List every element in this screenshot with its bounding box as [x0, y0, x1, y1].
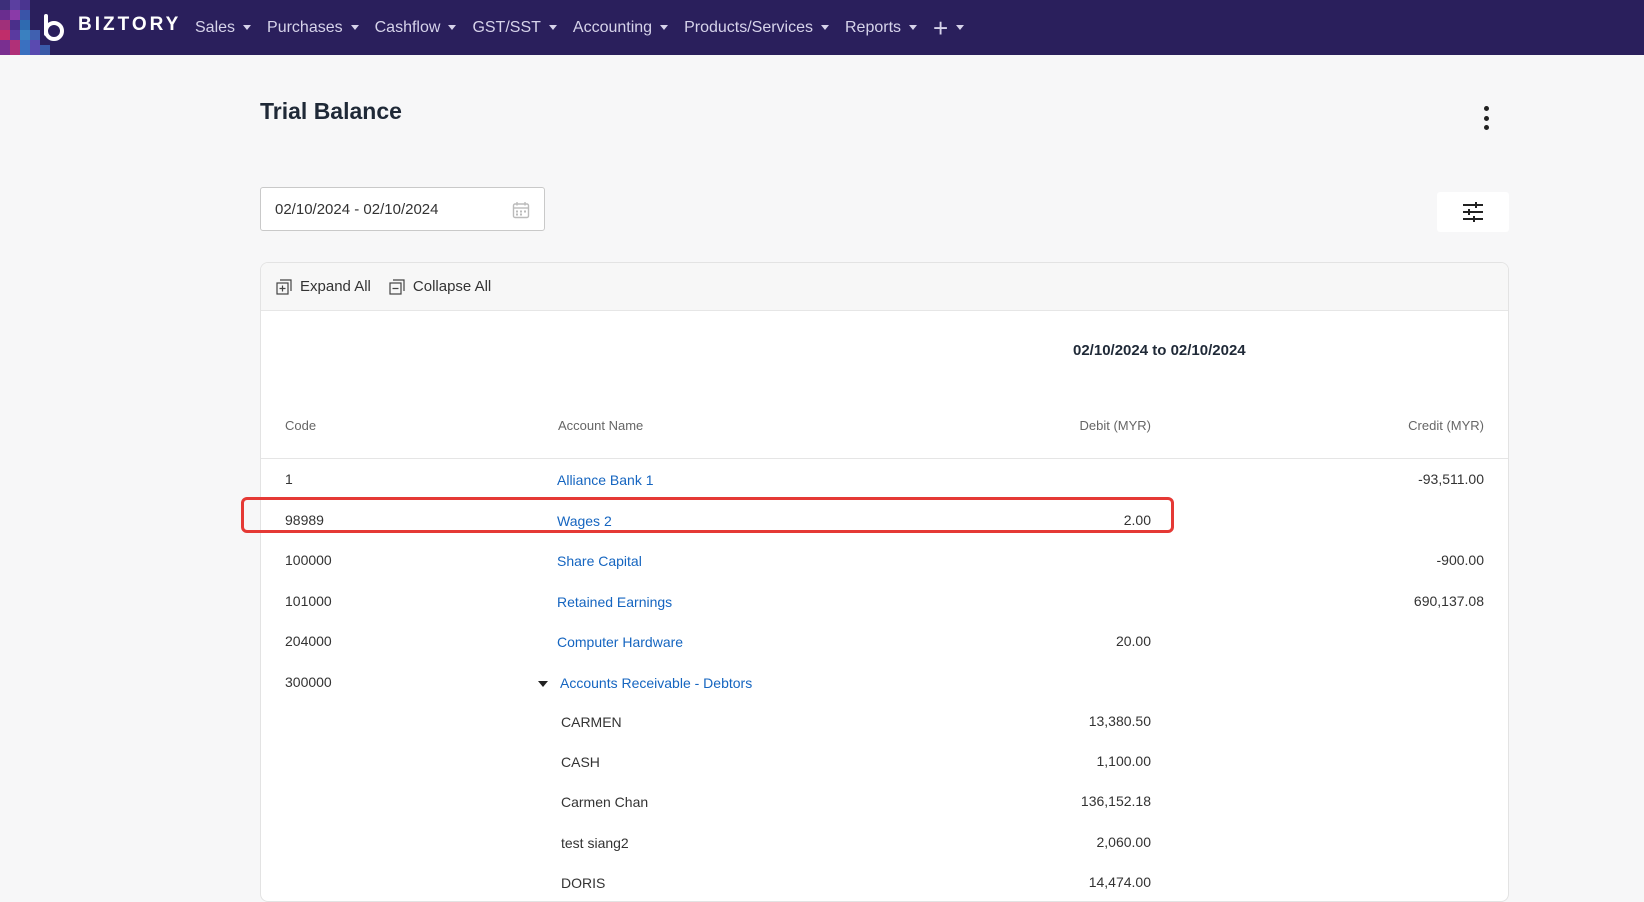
expand-all-button[interactable]: Expand All [276, 278, 371, 295]
account-link[interactable]: Alliance Bank 1 [557, 472, 654, 488]
column-header-credit: Credit (MYR) [1408, 418, 1484, 433]
sub-row: CASH 1,100.00 [261, 741, 1508, 781]
row-code: 1 [285, 471, 293, 487]
debtor-name: test siang2 [561, 835, 629, 851]
nav-gst-sst[interactable]: GST/SST [472, 18, 557, 37]
report-period: 02/10/2024 to 02/10/2024 [1073, 342, 1246, 359]
trial-balance-card: Expand All Collapse All 02/10/2024 to 02… [260, 262, 1509, 902]
expand-icon [276, 278, 292, 295]
top-navbar: BIZTORY Sales Purchases Cashflow GST/SST… [0, 0, 1644, 55]
account-link[interactable]: Retained Earnings [557, 594, 672, 610]
collapse-all-label: Collapse All [412, 278, 492, 295]
table-row: 1 Alliance Bank 1 -93,511.00 [261, 459, 1508, 499]
report-toolbar: Expand All Collapse All [261, 263, 1508, 311]
row-debit: 14,474.00 [1088, 874, 1151, 890]
row-debit: 1,100.00 [1096, 753, 1152, 769]
brand-logo[interactable]: BIZTORY [0, 0, 195, 55]
debtor-name: CARMEN [561, 714, 622, 730]
sub-row: Carmen Chan 136,152.18 [261, 781, 1508, 821]
chevron-down-icon [660, 25, 669, 30]
chevron-down-icon [448, 25, 457, 30]
page-title: Trial Balance [260, 98, 402, 124]
expand-all-label: Expand All [300, 278, 371, 295]
column-header-account-name: Account Name [558, 418, 644, 433]
row-debit: 136,152.18 [1080, 793, 1151, 809]
row-credit: -900.00 [1436, 552, 1484, 568]
row-code: 204000 [285, 633, 332, 649]
column-header-debit: Debit (MYR) [1079, 418, 1151, 433]
account-link[interactable]: Wages 2 [557, 513, 612, 529]
row-debit: 13,380.50 [1088, 713, 1151, 729]
filter-settings-button[interactable] [1437, 192, 1509, 232]
row-debit: 20.00 [1115, 633, 1151, 649]
collapse-all-button[interactable]: Collapse All [389, 278, 491, 295]
row-code: 300000 [285, 674, 332, 690]
row-code: 98989 [285, 512, 324, 528]
row-credit: -93,511.00 [1418, 471, 1484, 487]
nav-sales-label: Sales [195, 18, 236, 36]
account-link[interactable]: Share Capital [557, 553, 642, 569]
table-row: 98989 Wages 2 2.00 [261, 500, 1508, 540]
date-range-input[interactable]: 02/10/2024 - 02/10/2024 [260, 187, 545, 231]
collapse-icon [389, 278, 405, 295]
table-row: 204000 Computer Hardware 20.00 [261, 621, 1508, 661]
row-debit: 2.00 [1123, 512, 1151, 528]
brand-name: BIZTORY [78, 14, 182, 35]
account-link[interactable]: Computer Hardware [557, 634, 683, 650]
debtor-name: DORIS [561, 875, 606, 891]
biztory-logo-icon [44, 14, 64, 41]
nav-products-services[interactable]: Products/Services [684, 19, 829, 37]
row-code: 100000 [285, 552, 332, 568]
chevron-down-icon [956, 25, 965, 30]
chevron-down-icon [548, 25, 557, 30]
sub-row: CARMEN 13,380.50 [261, 701, 1508, 741]
row-credit: 690,137.08 [1413, 593, 1484, 609]
nav-cashflow[interactable]: Cashflow [375, 19, 457, 37]
nav-reports-label: Reports [845, 18, 902, 36]
nav-accounting[interactable]: Accounting [572, 18, 669, 37]
nav-purchases[interactable]: Purchases [267, 19, 359, 37]
chevron-down-icon [821, 25, 829, 30]
plus-icon: + [933, 12, 949, 43]
column-header-code: Code [285, 418, 317, 433]
sliders-icon [1463, 202, 1483, 222]
debtor-name: CASH [561, 754, 600, 770]
nav-purchases-label: Purchases [267, 18, 343, 36]
debtor-name: Carmen Chan [561, 794, 649, 810]
nav-reports[interactable]: Reports [845, 18, 918, 37]
nav-add-new[interactable]: + [933, 12, 965, 43]
date-range-value: 02/10/2024 - 02/10/2024 [275, 200, 439, 218]
row-debit: 2,060.00 [1096, 834, 1152, 850]
nav-products-services-label: Products/Services [684, 18, 813, 36]
table-row: 100000 Share Capital -900.00 [261, 540, 1508, 580]
table-row-group: 300000 Accounts Receivable - Debtors [261, 662, 1508, 702]
account-link[interactable]: Accounts Receivable - Debtors [560, 675, 752, 691]
nav-sales[interactable]: Sales [195, 18, 252, 37]
chevron-down-icon [243, 25, 252, 30]
calendar-icon[interactable] [512, 201, 530, 219]
row-code: 101000 [285, 593, 332, 609]
nav-gst-sst-label: GST/SST [472, 18, 541, 36]
nav-accounting-label: Accounting [572, 18, 653, 36]
chevron-down-icon [909, 25, 918, 30]
more-options-icon[interactable] [1480, 106, 1492, 130]
sub-row: test siang2 2,060.00 [261, 822, 1508, 862]
main-menu: Sales Purchases Cashflow GST/SST Account… [195, 0, 980, 55]
sub-row: DORIS 14,474.00 [261, 862, 1508, 901]
nav-cashflow-label: Cashflow [374, 18, 441, 36]
caret-down-icon[interactable] [538, 681, 548, 687]
chevron-down-icon [350, 25, 359, 30]
table-row: 101000 Retained Earnings 690,137.08 [261, 581, 1508, 621]
